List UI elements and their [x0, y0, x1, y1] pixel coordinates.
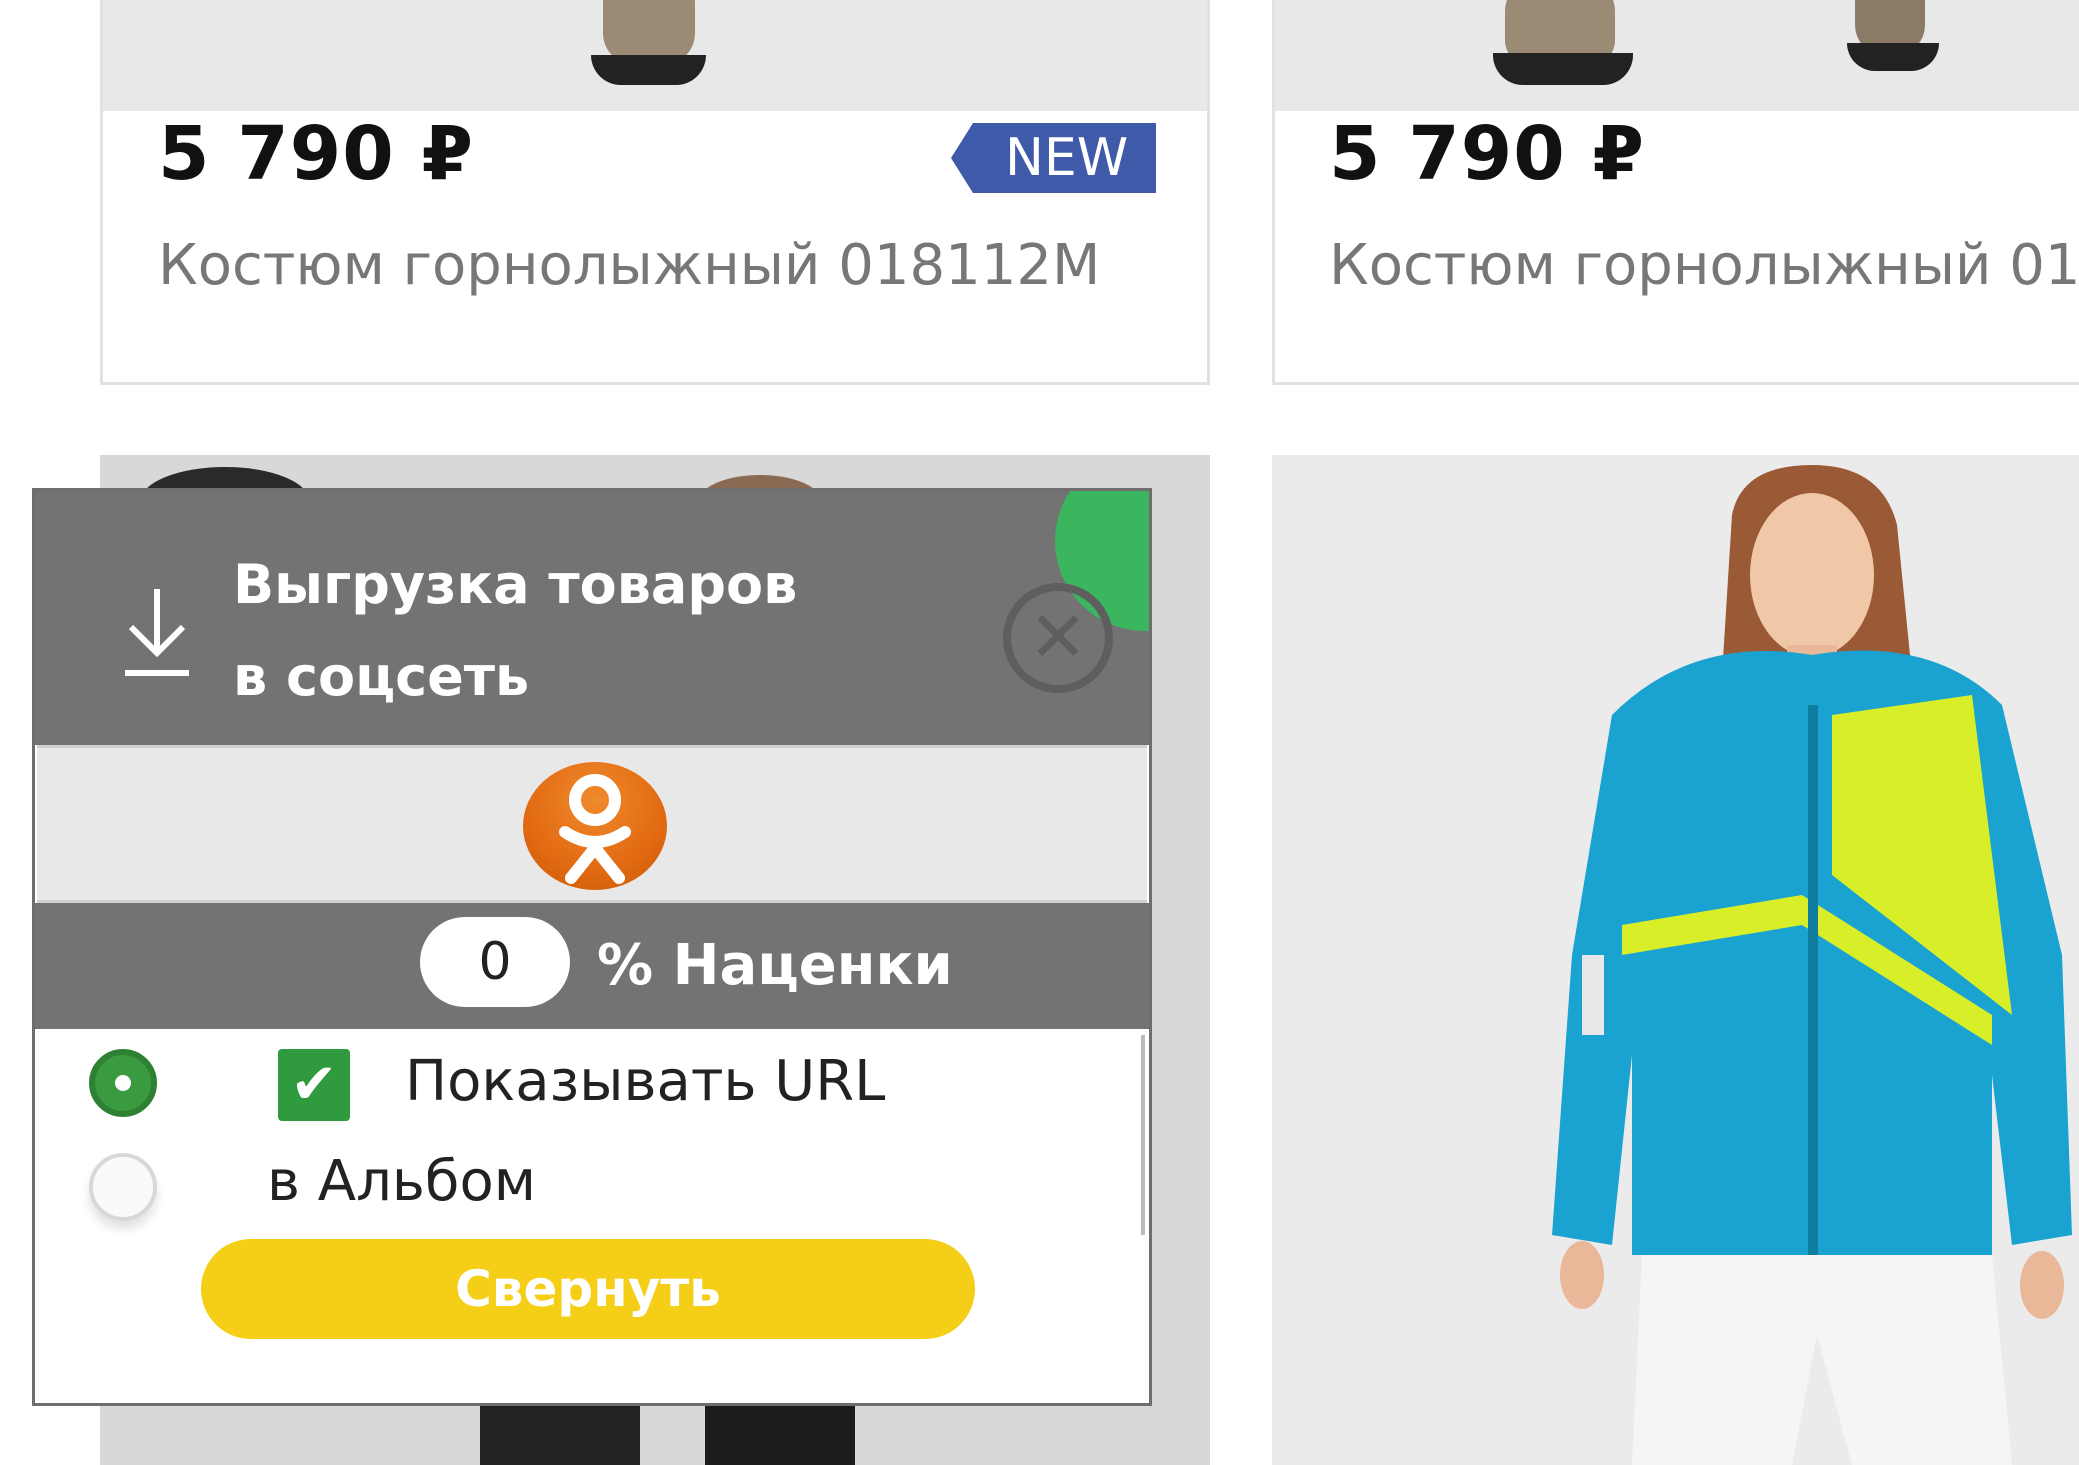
widget-title-line1: Выгрузка товаров: [233, 553, 798, 616]
product-image[interactable]: [103, 0, 1207, 111]
markup-input[interactable]: [420, 917, 570, 1007]
new-badge: NEW: [951, 123, 1157, 193]
social-network-bar: [37, 745, 1147, 903]
close-icon[interactable]: ✕: [1003, 583, 1113, 693]
show-url-checkbox[interactable]: ✔: [278, 1049, 350, 1121]
markup-label: % Наценки: [597, 933, 953, 998]
widget-title: Выгрузка товаров в соцсеть: [233, 539, 853, 723]
options-panel: ✔ Показывать URL в Альбом: [35, 1029, 1149, 1403]
odnoklassniki-glyph: [559, 774, 631, 884]
collapse-button[interactable]: Свернуть: [201, 1239, 975, 1339]
product-price: 5 790 ₽: [1329, 111, 1645, 197]
boot-shape: [603, 0, 695, 63]
model-face: [1750, 493, 1874, 657]
product-image[interactable]: [1272, 455, 2079, 1465]
boot-sole: [591, 55, 706, 85]
scrollbar[interactable]: [1141, 1035, 1145, 1235]
hand-right: [2020, 1251, 2064, 1319]
markup-row: % Наценки: [35, 903, 1149, 1029]
album-label: в Альбом: [267, 1149, 536, 1214]
product-title[interactable]: Костюм горнолыжный 018112M: [158, 233, 1100, 298]
widget-header: Выгрузка товаров в соцсеть ✕: [35, 491, 1149, 745]
product-image[interactable]: [1275, 0, 2079, 111]
boot-sole: [1847, 43, 1939, 71]
export-widget: Выгрузка товаров в соцсеть ✕ % Наценки ✔…: [32, 488, 1152, 1406]
hand-left: [1560, 1241, 1604, 1309]
product-price: 5 790 ₽: [158, 111, 474, 197]
pants-right: [705, 1405, 855, 1465]
odnoklassniki-icon[interactable]: [523, 762, 667, 890]
white-pants: [1632, 1255, 2012, 1465]
widget-title-line2: в соцсеть: [233, 645, 530, 708]
jacket-zipper: [1808, 705, 1818, 1255]
radio-album[interactable]: [89, 1153, 157, 1221]
sleeve-stripe: [1582, 955, 1604, 1035]
product-card[interactable]: 5 790 ₽ NEW Костюм горнолыжный 018112M: [100, 0, 1210, 385]
download-icon[interactable]: [117, 581, 197, 681]
radio-show-url[interactable]: [89, 1049, 157, 1117]
show-url-label: Показывать URL: [405, 1049, 886, 1114]
product-card[interactable]: [1272, 455, 2079, 1465]
pants-left: [480, 1405, 640, 1465]
boot-sole: [1493, 53, 1633, 85]
product-card[interactable]: 5 790 ₽ Костюм горнолыжный 01: [1272, 0, 2079, 385]
product-title[interactable]: Костюм горнолыжный 01: [1329, 233, 2079, 298]
